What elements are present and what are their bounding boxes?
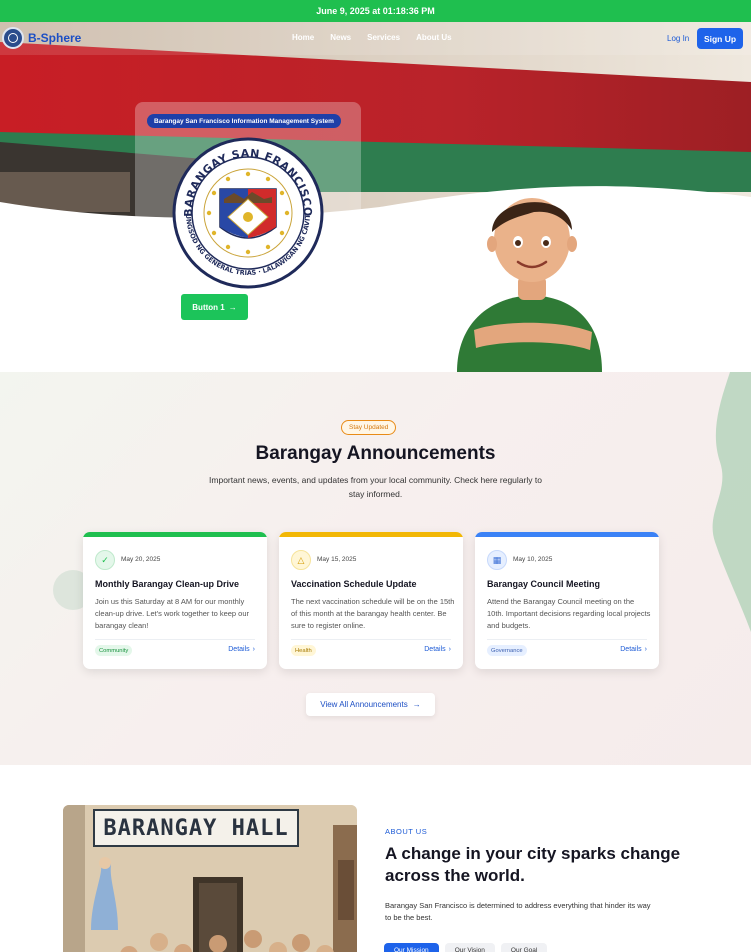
announcements-section: Stay Updated Barangay Announcements Impo… xyxy=(0,372,751,765)
card-text: The next vaccination schedule will be on… xyxy=(291,597,455,630)
announcement-card[interactable]: ✓ May 20, 2025 Monthly Barangay Clean-up… xyxy=(83,532,267,669)
card-accent-bar xyxy=(83,532,267,537)
card-text: Attend the Barangay Council meeting on t… xyxy=(487,597,651,630)
hero-button-1[interactable]: Button 1 → xyxy=(181,294,248,320)
tab-our-mission[interactable]: Our Mission xyxy=(384,943,439,952)
signup-button[interactable]: Sign Up xyxy=(697,28,743,49)
barangay-hall-sign: BARANGAY HALL xyxy=(93,809,299,847)
arrow-right-icon: → xyxy=(228,302,237,312)
card-divider xyxy=(487,639,647,640)
nav-services[interactable]: Services xyxy=(367,33,400,42)
details-label: Details xyxy=(620,646,642,653)
card-details-link[interactable]: Details › xyxy=(228,646,255,653)
warning-icon: △ xyxy=(291,550,311,570)
about-title: A change in your city sparks change acro… xyxy=(385,844,681,885)
card-date: May 15, 2025 xyxy=(317,556,357,563)
announcements-title: Barangay Announcements xyxy=(255,443,496,464)
map-background-decoration xyxy=(712,372,751,632)
chevron-right-icon: › xyxy=(448,646,451,653)
card-tag: Governance xyxy=(487,645,527,656)
top-navbar: B-Sphere Home News Services About Us Log… xyxy=(0,22,751,55)
brand-name: B-Sphere xyxy=(28,31,82,45)
about-section: BARANGAY HALL ABOUT US A change in your … xyxy=(0,765,751,952)
card-text: Join us this Saturday at 8 AM for our mo… xyxy=(95,597,250,630)
arrow-right-icon: → xyxy=(412,700,421,709)
announcement-card[interactable]: △ May 15, 2025 Vaccination Schedule Upda… xyxy=(279,532,463,669)
card-tag: Health xyxy=(291,645,316,656)
tab-our-vision[interactable]: Our Vision xyxy=(444,943,495,952)
view-all-label: View All Announcements xyxy=(320,700,408,709)
card-date: May 20, 2025 xyxy=(121,556,161,563)
chevron-right-icon: › xyxy=(644,646,647,653)
card-tag: Community xyxy=(95,645,133,656)
details-label: Details xyxy=(228,646,250,653)
brand-logo-icon xyxy=(2,27,24,49)
card-date: May 10, 2025 xyxy=(513,556,553,563)
login-link[interactable]: Log In xyxy=(667,34,689,43)
card-details-link[interactable]: Details › xyxy=(424,646,451,653)
view-all-announcements-button[interactable]: View All Announcements → xyxy=(306,693,435,716)
mascot-boy-illustration xyxy=(457,198,602,372)
barangay-hall-photo: BARANGAY HALL xyxy=(63,805,357,952)
hero-button-label: Button 1 xyxy=(192,302,225,312)
card-title: Vaccination Schedule Update xyxy=(291,579,417,589)
hero-background-image xyxy=(0,22,751,372)
about-tabs: Our Mission Our Vision Our Goal xyxy=(384,943,548,952)
card-divider xyxy=(95,639,255,640)
card-title: Monthly Barangay Clean-up Drive xyxy=(95,579,240,589)
system-badge: Barangay San Francisco Information Manag… xyxy=(147,114,341,128)
card-details-link[interactable]: Details › xyxy=(620,646,647,653)
calendar-icon: ▦ xyxy=(487,550,507,570)
current-datetime: June 9, 2025 at 01:18:36 PM xyxy=(316,6,435,16)
details-label: Details xyxy=(424,646,446,653)
about-description: Barangay San Francisco is determined to … xyxy=(385,901,651,922)
chevron-right-icon: › xyxy=(252,646,255,653)
announcements-description: Important news, events, and updates from… xyxy=(209,475,542,499)
card-divider xyxy=(291,639,451,640)
date-time-bar: June 9, 2025 at 01:18:36 PM xyxy=(0,0,751,22)
brand[interactable]: B-Sphere xyxy=(2,27,81,49)
nav-about-us[interactable]: About Us xyxy=(416,33,452,42)
card-accent-bar xyxy=(279,532,463,537)
nav-home[interactable]: Home xyxy=(292,33,314,42)
check-circle-icon: ✓ xyxy=(95,550,115,570)
nav-news[interactable]: News xyxy=(330,33,351,42)
card-title: Barangay Council Meeting xyxy=(487,579,601,589)
announcement-card[interactable]: ▦ May 10, 2025 Barangay Council Meeting … xyxy=(475,532,659,669)
hero-section xyxy=(0,22,751,372)
tab-our-goal[interactable]: Our Goal xyxy=(500,943,548,952)
stay-updated-badge: Stay Updated xyxy=(341,420,397,435)
barangay-seal-logo: BARANGAY SAN FRANCISCO LUNGSOD NG GENERA… xyxy=(172,137,324,289)
nav-links: Home News Services About Us xyxy=(292,33,452,42)
card-accent-bar xyxy=(475,532,659,537)
about-label: ABOUT US xyxy=(385,827,428,836)
